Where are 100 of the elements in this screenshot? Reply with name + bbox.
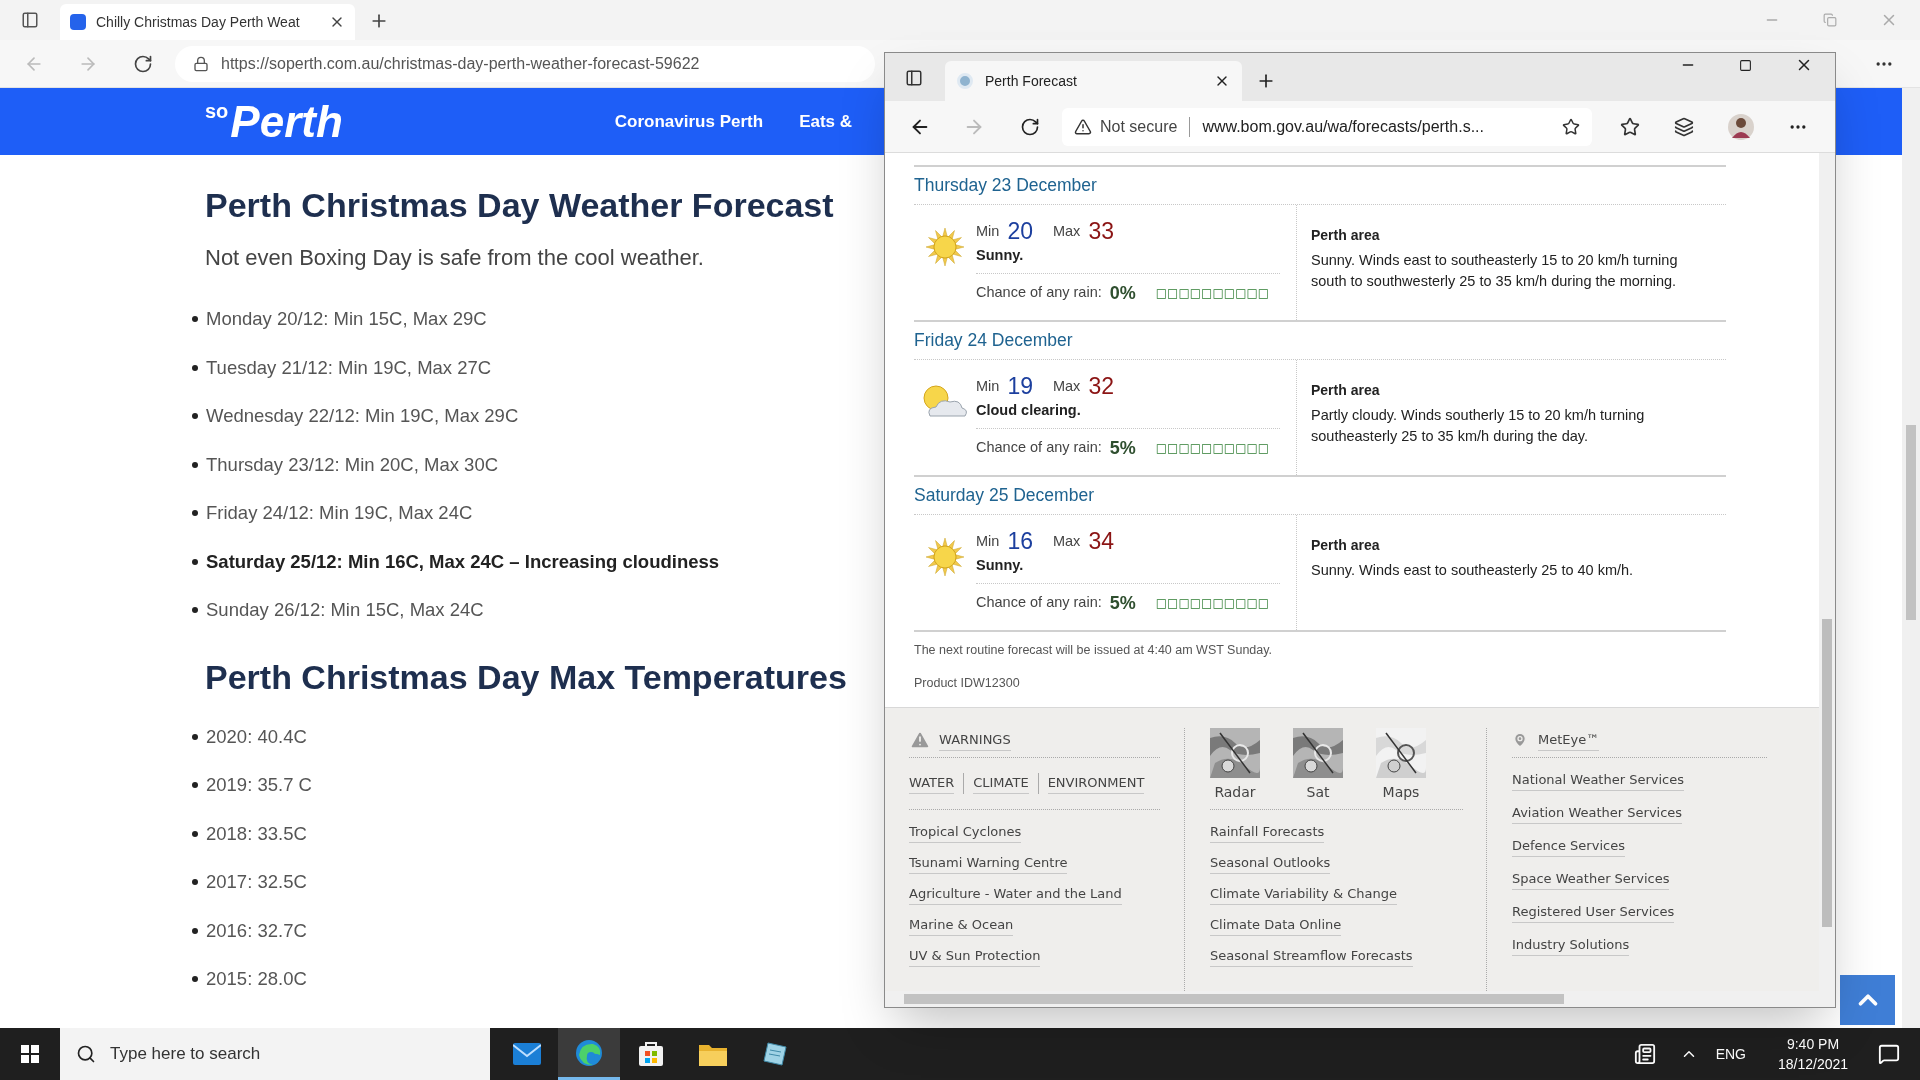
thumbnail-label[interactable]: Sat [1306,781,1330,803]
footer-link[interactable]: Tsunami Warning Centre [909,852,1068,874]
address-bar[interactable]: Not secure www.bom.gov.au/wa/forecasts/perth.s... [1062,107,1592,146]
star-icon[interactable] [1562,117,1580,136]
bullet-icon [192,461,198,468]
sidebar-icon[interactable] [21,11,39,29]
forecast-item: Saturday 25/12: Min 16C, Max 24C – Increasing cloudiness [206,549,720,574]
favorites-icon[interactable] [1620,116,1640,137]
search-field[interactable]: Type here to search [60,1028,490,1080]
maximize-icon[interactable] [1739,59,1752,72]
security-label: Not secure [1100,116,1178,137]
footer-link[interactable]: Aviation Weather Services [1512,802,1683,824]
collections-icon[interactable] [1674,116,1694,137]
footer-link[interactable]: Space Weather Services [1512,868,1670,890]
bullet-icon [192,364,198,371]
forecast-item: Wednesday 22/12: Min 19C, Max 29C [206,404,519,429]
footer-link[interactable]: Climate Data Online [1210,914,1342,936]
footer-link[interactable]: Defence Services [1512,835,1625,857]
scrollbar-thumb[interactable] [1822,619,1832,927]
max-temperature: 33 [1088,220,1114,243]
bullet-icon [192,927,198,934]
min-label: Min [976,377,1000,397]
tab-title: Chilly Christmas Day Perth Weat [96,12,301,32]
forecast-item: Monday 20/12: Min 15C, Max 29C [206,307,487,332]
max-temperature: 34 [1088,530,1114,553]
site-logo[interactable]: Perth [230,99,343,144]
url-text: https://soperth.com.au/christmas-day-perth-weather-forecast-59622 [221,53,700,74]
section-link[interactable]: WATER [909,772,955,794]
horizontal-scrollbar[interactable] [885,991,1835,1007]
scrollbar-thumb[interactable] [1906,425,1916,620]
bullet-icon [192,879,198,886]
bullet-icon [192,782,198,789]
footer-link[interactable]: Industry Solutions [1512,934,1630,956]
reload-icon[interactable] [1020,116,1040,137]
scrollbar-thumb[interactable] [904,994,1564,1004]
sun-icon [925,537,965,577]
thumbnail-label[interactable]: Radar [1214,781,1256,803]
section-link[interactable]: ENVIRONMENT [1047,772,1145,794]
browser-tab[interactable]: Chilly Christmas Day Perth Weat [60,4,355,40]
scrollbar[interactable] [1819,153,1835,991]
footer-link[interactable]: Rainfall Forecasts [1210,821,1325,843]
bullet-icon [192,316,198,323]
rain-chance: 5% [1109,591,1136,615]
reload-icon[interactable] [133,53,153,74]
bullet-icon [192,607,198,614]
forecast-details: Sunny. Winds east to southeasterly 25 to 40 km/h. [1311,561,1635,580]
temperature-item: 2016: 32.7C [206,918,307,943]
min-temperature: 20 [1007,220,1033,243]
language-indicator[interactable]: ENG [1715,1043,1746,1065]
back-to-top-button[interactable] [1840,975,1895,1025]
bullet-icon [192,510,198,517]
folder-icon[interactable] [699,1042,727,1066]
rain-chance: 5% [1109,436,1136,460]
day-heading: Saturday 25 December [914,484,1094,508]
meteye-link[interactable]: MetEye™ [1538,729,1600,751]
forecast-summary: Sunny. [976,556,1025,576]
scrollbar[interactable] [1902,88,1920,1028]
footer-link[interactable]: Registered User Services [1512,901,1675,923]
rain-label: Chance of any rain: [976,283,1102,303]
notepad-icon[interactable] [762,1041,788,1067]
footer-link[interactable]: Climate Variability & Change [1210,883,1397,905]
windows-icon[interactable] [21,1045,39,1063]
globe-icon [957,73,973,89]
clock-date[interactable]: 18/12/2021 [1777,1054,1849,1074]
browser-tab[interactable]: Perth Forecast [945,61,1242,101]
footer-link[interactable]: UV & Sun Protection [909,945,1041,967]
nav-link[interactable]: Coronavirus Perth [614,108,764,135]
shopping-bag-icon[interactable] [638,1041,664,1067]
rain-label: Chance of any rain: [976,438,1102,458]
bullet-icon [192,413,198,420]
temperature-item: 2017: 32.5C [206,870,307,895]
sun-icon [925,227,965,267]
forecast-item: Thursday 23/12: Min 20C, Max 30C [206,452,499,477]
max-temperature: 32 [1088,375,1114,398]
forecast-item: Sunday 26/12: Min 15C, Max 24C [206,598,484,623]
footer-link[interactable]: Seasonal Streamflow Forecasts [1210,945,1413,967]
footer-link[interactable]: Seasonal Outlooks [1210,852,1331,874]
search-icon [76,1044,96,1064]
footer-link[interactable]: National Weather Services [1512,769,1684,791]
sidebar-icon[interactable] [905,69,923,87]
rain-boxes: □□□□□□□□□□ [1155,440,1270,457]
footer-link[interactable]: Marine & Ocean [909,914,1014,936]
footer-link[interactable]: Agriculture - Water and the Land [909,883,1122,905]
footer-link[interactable]: Tropical Cyclones [909,821,1022,843]
avatar-icon[interactable] [1728,113,1754,140]
min-label: Min [976,532,1000,552]
section-link[interactable]: CLIMATE [973,772,1029,794]
thumbnail-label[interactable]: Maps [1382,781,1420,803]
notification-icon[interactable] [1878,1043,1900,1065]
address-bar[interactable]: https://soperth.com.au/christmas-day-perth-weather-forecast-59622 [175,45,875,82]
browser-icon[interactable] [575,1038,603,1067]
nav-link[interactable]: Eats & [799,108,853,135]
tab-title: Perth Forecast [985,71,1078,91]
bullet-icon [192,830,198,837]
clock-time[interactable]: 9:40 PM [1786,1034,1840,1054]
warnings-link[interactable]: WARNINGS [939,729,1011,751]
bullet-icon [192,733,198,740]
logo-prefix[interactable]: so [205,96,229,126]
site-favicon [70,14,86,30]
min-temperature: 16 [1007,530,1033,553]
